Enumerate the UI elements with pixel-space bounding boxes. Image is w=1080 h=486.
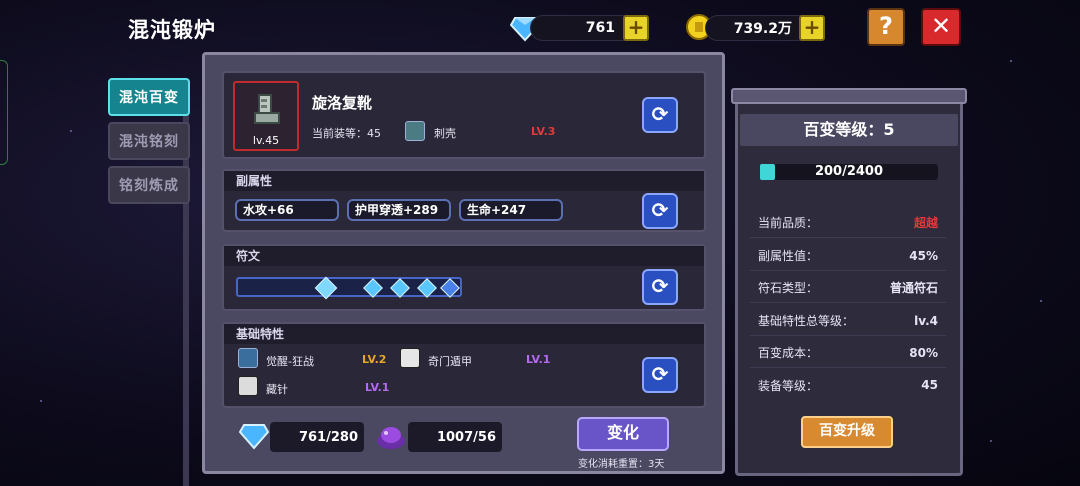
- stat-row-quality: 当前品质： 超越: [750, 208, 946, 238]
- current-equip-level: 当前装等：45: [312, 127, 381, 140]
- rune-gem: [390, 278, 410, 298]
- stat-row-sub-attr: 副属性值： 45%: [750, 241, 946, 271]
- item-slot[interactable]: lv.45: [233, 81, 299, 151]
- stat-label: 符石类型：: [758, 281, 819, 295]
- stat-value: 45%: [909, 248, 938, 263]
- refresh-icon: ⟳: [651, 198, 669, 222]
- right-panel-frame: [731, 88, 967, 104]
- trait-name: 藏针: [266, 383, 288, 396]
- refresh-icon: ⟳: [651, 274, 669, 298]
- base-traits-header: 基础特性: [224, 324, 704, 344]
- stat-row-rune-type: 符石类型： 普通符石: [750, 273, 946, 303]
- gem-name: 刺壳: [434, 127, 456, 140]
- change-upgrade-button[interactable]: 百变升级: [801, 416, 893, 448]
- stat-label: 百变成本：: [758, 346, 819, 360]
- stat-label: 基础特性总等级：: [758, 314, 855, 328]
- stat-row-equip-level: 装备等级： 45: [750, 370, 946, 400]
- sub-attr-pill: 水攻+66: [235, 199, 339, 221]
- essence-material-icon: [374, 421, 408, 451]
- level-progress-bar: 200/2400: [760, 164, 938, 180]
- sub-attr-pill: 生命+247: [459, 199, 563, 221]
- trait-level: LV.1: [365, 381, 390, 394]
- material-cost-text: 1007/56: [436, 429, 496, 445]
- boot-icon: [251, 93, 281, 127]
- stat-label: 当前品质：: [758, 216, 819, 230]
- stat-value: 80%: [909, 345, 938, 360]
- item-level: lv.45: [252, 134, 280, 147]
- refresh-traits-button[interactable]: ⟳: [642, 357, 678, 393]
- change-level-title: 百变等级：5: [740, 114, 958, 146]
- trait-name: 奇门遁甲: [428, 355, 472, 368]
- rune-gem: [363, 278, 383, 298]
- help-button[interactable]: ?: [867, 8, 905, 46]
- gem-cost-text: 761/280: [298, 429, 358, 445]
- berserk-skill-icon: [238, 348, 258, 368]
- item-name: 旋洛复靴: [312, 94, 373, 112]
- tab-chaos-inscription[interactable]: 混沌铭刻: [108, 122, 190, 160]
- sub-attr-header: 副属性: [224, 171, 704, 191]
- change-reset-note: 变化消耗重置：3天: [578, 459, 665, 470]
- refresh-rune-button[interactable]: ⟳: [642, 269, 678, 305]
- gem-count: 761: [585, 20, 615, 36]
- rune-bar[interactable]: [236, 276, 462, 300]
- needle-skill-icon: [238, 376, 258, 396]
- gem-level: LV.3: [531, 125, 556, 138]
- gold-count: 739.2万: [733, 21, 792, 37]
- add-gems-button[interactable]: +: [623, 15, 649, 41]
- tab-inscription-forge[interactable]: 铭刻炼成: [108, 166, 190, 204]
- change-button[interactable]: 变化: [577, 417, 669, 451]
- trait-name: 觉醒-狂战: [266, 355, 314, 368]
- trait-level: LV.1: [526, 353, 551, 366]
- gem-cost: 761/280: [270, 422, 364, 452]
- close-button[interactable]: ✕: [921, 8, 961, 46]
- refresh-icon: ⟳: [651, 362, 669, 386]
- add-gold-button[interactable]: +: [799, 15, 825, 41]
- stat-value: 普通符石: [889, 281, 938, 295]
- refresh-sub-attr-button[interactable]: ⟳: [642, 193, 678, 229]
- stat-value: 45: [921, 378, 938, 392]
- diamond-cost-icon: [238, 421, 270, 451]
- stat-label: 副属性值：: [758, 249, 819, 263]
- star-decoration: [990, 440, 992, 442]
- trait-level: LV.2: [362, 353, 387, 366]
- star-decoration: [1040, 300, 1042, 302]
- dodge-skill-icon: [400, 348, 420, 368]
- stat-value: 超越: [913, 216, 938, 230]
- side-handle[interactable]: [0, 60, 8, 165]
- gem-slot-icon: [405, 121, 425, 141]
- rune-gem: [440, 278, 460, 298]
- stat-value: lv.4: [914, 313, 938, 328]
- page-title: 混沌锻炉: [128, 18, 216, 42]
- star-decoration: [40, 400, 42, 402]
- refresh-item-button[interactable]: ⟳: [642, 97, 678, 133]
- rune-header: 符文: [224, 246, 704, 266]
- star-decoration: [1010, 60, 1012, 62]
- star-decoration: [70, 130, 72, 132]
- tab-chaos-change[interactable]: 混沌百变: [108, 78, 190, 116]
- rune-gem: [417, 278, 437, 298]
- refresh-icon: ⟳: [651, 102, 669, 126]
- stat-label: 装备等级：: [758, 378, 819, 393]
- rune-gem-main: [314, 276, 338, 300]
- sub-attr-pill: 护甲穿透+289: [347, 199, 451, 221]
- stat-row-trait-level: 基础特性总等级： lv.4: [750, 306, 946, 336]
- material-cost: 1007/56: [408, 422, 502, 452]
- progress-text: 200/2400: [814, 164, 884, 179]
- stat-row-change-cost: 百变成本： 80%: [750, 338, 946, 368]
